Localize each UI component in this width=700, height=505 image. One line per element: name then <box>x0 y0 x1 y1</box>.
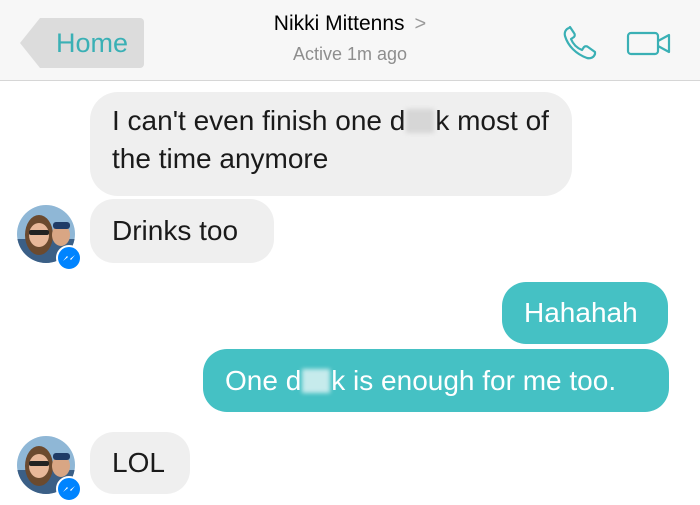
message-text: I can't even finish one d <box>112 105 406 136</box>
message-bubble-incoming[interactable]: I can't even finish one dk most of the t… <box>90 92 572 196</box>
message-bubble-incoming[interactable]: LOL <box>90 432 190 494</box>
message-bubble-outgoing[interactable]: Hahahah <box>502 282 668 344</box>
message-text: k is enough for me too. <box>331 365 617 396</box>
message-text: Drinks too <box>112 215 239 246</box>
video-camera-icon[interactable] <box>626 28 672 58</box>
message-bubble-incoming[interactable]: Drinks too <box>90 199 274 263</box>
censor-blur <box>302 369 331 393</box>
phone-icon[interactable] <box>560 24 600 62</box>
message-bubble-outgoing[interactable]: One d k is enough for me too. <box>203 349 669 412</box>
message-text: LOL <box>112 447 165 478</box>
chevron-right-icon: > <box>414 13 427 35</box>
message-text: One d <box>225 365 302 396</box>
conversation-header: Home Nikki Mittenns > Active 1m ago <box>0 0 700 81</box>
contact-name-text: Nikki Mittenns <box>273 12 405 35</box>
message-text: Hahahah <box>524 297 638 328</box>
censor-blur <box>406 109 435 133</box>
messenger-badge-icon <box>56 245 82 271</box>
messenger-badge-icon <box>56 476 82 502</box>
